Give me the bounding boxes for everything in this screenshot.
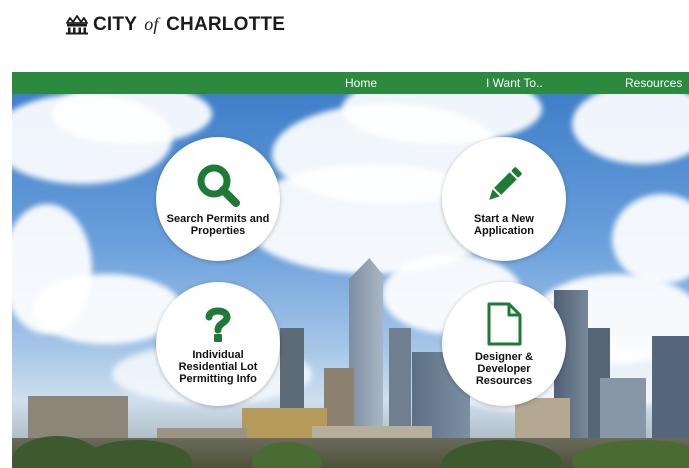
logo-city: CITY (93, 14, 137, 35)
residential-lot-label: Individual Residential Lot Permitting In… (178, 348, 258, 385)
logo-charlotte: CHARLOTTE (166, 14, 286, 35)
main-nav: Home I Want To.. Resources (12, 72, 689, 94)
search-permits-tile[interactable]: Search Permits and Properties (156, 137, 280, 261)
question-icon (205, 307, 231, 342)
designer-developer-label: Designer & Developer Resources (474, 350, 534, 387)
new-application-tile[interactable]: Start a New Application (442, 137, 566, 261)
logo-of: of (144, 14, 159, 34)
crown-icon (66, 15, 88, 35)
logo-text: CITY of CHARLOTTE (93, 14, 285, 36)
nav-i-want-to[interactable]: I Want To.. (486, 72, 543, 94)
pencil-icon (489, 166, 522, 200)
nav-resources[interactable]: Resources (625, 72, 682, 94)
document-icon (487, 302, 522, 345)
residential-lot-tile[interactable]: Individual Residential Lot Permitting In… (156, 282, 280, 406)
city-logo[interactable]: CITY of CHARLOTTE (64, 12, 285, 38)
nav-home[interactable]: Home (345, 72, 377, 94)
designer-developer-tile[interactable]: Designer & Developer Resources (442, 282, 566, 406)
search-permits-label: Search Permits and Properties (166, 212, 270, 237)
new-application-label: Start a New Application (474, 212, 534, 237)
search-icon (197, 164, 240, 207)
site-header: CITY of CHARLOTTE (0, 0, 689, 72)
hero-banner: Search Permits and Properties Start a Ne… (12, 94, 689, 468)
